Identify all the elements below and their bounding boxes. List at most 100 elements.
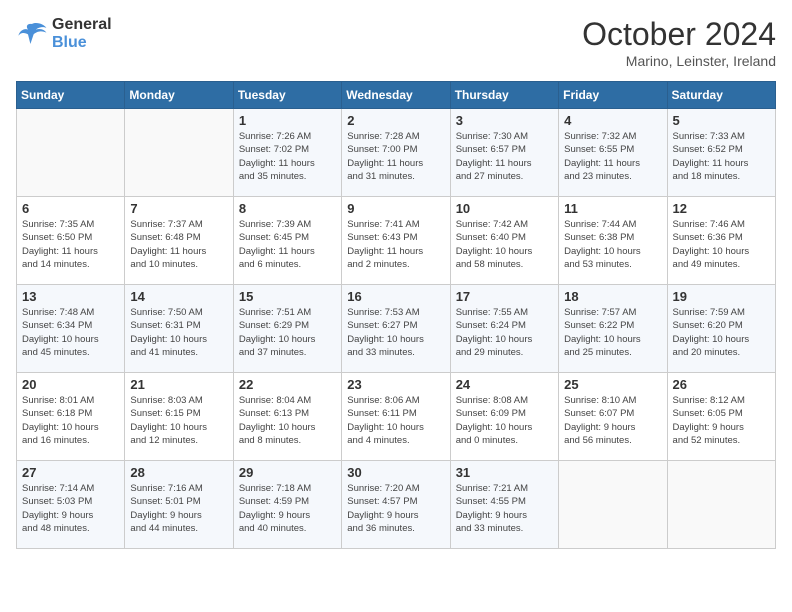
col-header-saturday: Saturday — [667, 82, 775, 109]
col-header-thursday: Thursday — [450, 82, 558, 109]
calendar-cell: 16Sunrise: 7:53 AM Sunset: 6:27 PM Dayli… — [342, 285, 450, 373]
day-info: Sunrise: 7:41 AM Sunset: 6:43 PM Dayligh… — [347, 218, 444, 271]
day-info: Sunrise: 8:03 AM Sunset: 6:15 PM Dayligh… — [130, 394, 227, 447]
day-number: 8 — [239, 201, 336, 216]
day-info: Sunrise: 7:33 AM Sunset: 6:52 PM Dayligh… — [673, 130, 770, 183]
calendar-cell: 8 Sunrise: 7:39 AM Sunset: 6:45 PM Daylig… — [233, 197, 341, 285]
calendar-cell: 31Sunrise: 7:21 AM Sunset: 4:55 PM Dayli… — [450, 461, 558, 549]
calendar-cell: 7Sunrise: 7:37 AM Sunset: 6:48 PM Daylig… — [125, 197, 233, 285]
calendar-cell: 11Sunrise: 7:44 AM Sunset: 6:38 PM Dayli… — [559, 197, 667, 285]
title-block: October 2024 Marino, Leinster, Ireland — [582, 16, 776, 69]
day-number: 20 — [22, 377, 119, 392]
col-header-wednesday: Wednesday — [342, 82, 450, 109]
calendar-cell: 15Sunrise: 7:51 AM Sunset: 6:29 PM Dayli… — [233, 285, 341, 373]
day-number: 15 — [239, 289, 336, 304]
calendar-week-row: 20 Sunrise: 8:01 AM Sunset: 6:18 PM Dayli… — [17, 373, 776, 461]
day-number: 1 — [239, 113, 336, 128]
calendar-cell: 30Sunrise: 7:20 AM Sunset: 4:57 PM Dayli… — [342, 461, 450, 549]
day-info: Sunrise: 7:14 AM Sunset: 5:03 PM Dayligh… — [22, 482, 119, 535]
day-number: 29 — [239, 465, 336, 480]
day-number: 14 — [130, 289, 227, 304]
day-info: Sunrise: 7:28 AM Sunset: 7:00 PM Dayligh… — [347, 130, 444, 183]
day-info: Sunrise: 8:08 AM Sunset: 6:09 PM Dayligh… — [456, 394, 553, 447]
day-info: Sunrise: 8:04 AM Sunset: 6:13 PM Dayligh… — [239, 394, 336, 447]
day-info: Sunrise: 7:46 AM Sunset: 6:36 PM Dayligh… — [673, 218, 770, 271]
day-number: 12 — [673, 201, 770, 216]
day-info: Sunrise: 7:59 AM Sunset: 6:20 PM Dayligh… — [673, 306, 770, 359]
day-number: 5 — [673, 113, 770, 128]
day-number: 16 — [347, 289, 444, 304]
calendar-cell: 27 Sunrise: 7:14 AM Sunset: 5:03 PM Dayli… — [17, 461, 125, 549]
col-header-sunday: Sunday — [17, 82, 125, 109]
day-number: 18 — [564, 289, 661, 304]
calendar-cell: 18Sunrise: 7:57 AM Sunset: 6:22 PM Dayli… — [559, 285, 667, 373]
calendar-cell: 3 Sunrise: 7:30 AM Sunset: 6:57 PM Daylig… — [450, 109, 558, 197]
calendar-cell: 12 Sunrise: 7:46 AM Sunset: 6:36 PM Dayli… — [667, 197, 775, 285]
day-info: Sunrise: 8:01 AM Sunset: 6:18 PM Dayligh… — [22, 394, 119, 447]
calendar-cell: 24 Sunrise: 8:08 AM Sunset: 6:09 PM Dayli… — [450, 373, 558, 461]
calendar-cell: 1 Sunrise: 7:26 AM Sunset: 7:02 PM Daylig… — [233, 109, 341, 197]
day-number: 24 — [456, 377, 553, 392]
calendar-cell: 9 Sunrise: 7:41 AM Sunset: 6:43 PM Daylig… — [342, 197, 450, 285]
day-number: 2 — [347, 113, 444, 128]
day-info: Sunrise: 7:26 AM Sunset: 7:02 PM Dayligh… — [239, 130, 336, 183]
day-number: 4 — [564, 113, 661, 128]
day-number: 17 — [456, 289, 553, 304]
day-info: Sunrise: 7:42 AM Sunset: 6:40 PM Dayligh… — [456, 218, 553, 271]
col-header-tuesday: Tuesday — [233, 82, 341, 109]
day-number: 13 — [22, 289, 119, 304]
day-info: Sunrise: 7:18 AM Sunset: 4:59 PM Dayligh… — [239, 482, 336, 535]
calendar-cell: 17 Sunrise: 7:55 AM Sunset: 6:24 PM Dayli… — [450, 285, 558, 373]
calendar-cell: 13Sunrise: 7:48 AM Sunset: 6:34 PM Dayli… — [17, 285, 125, 373]
calendar-week-row: 1 Sunrise: 7:26 AM Sunset: 7:02 PM Daylig… — [17, 109, 776, 197]
calendar-cell: 29 Sunrise: 7:18 AM Sunset: 4:59 PM Dayli… — [233, 461, 341, 549]
calendar-cell: 20 Sunrise: 8:01 AM Sunset: 6:18 PM Dayli… — [17, 373, 125, 461]
calendar-week-row: 6 Sunrise: 7:35 AM Sunset: 6:50 PM Daylig… — [17, 197, 776, 285]
calendar-cell: 10Sunrise: 7:42 AM Sunset: 6:40 PM Dayli… — [450, 197, 558, 285]
page-header: General Blue October 2024 Marino, Leinst… — [16, 16, 776, 69]
calendar-week-row: 13Sunrise: 7:48 AM Sunset: 6:34 PM Dayli… — [17, 285, 776, 373]
calendar-cell — [667, 461, 775, 549]
day-number: 25 — [564, 377, 661, 392]
calendar-cell: 25 Sunrise: 8:10 AM Sunset: 6:07 PM Dayli… — [559, 373, 667, 461]
day-number: 27 — [22, 465, 119, 480]
month-title: October 2024 — [582, 16, 776, 53]
col-header-monday: Monday — [125, 82, 233, 109]
day-number: 22 — [239, 377, 336, 392]
day-number: 21 — [130, 377, 227, 392]
day-info: Sunrise: 7:30 AM Sunset: 6:57 PM Dayligh… — [456, 130, 553, 183]
day-info: Sunrise: 7:37 AM Sunset: 6:48 PM Dayligh… — [130, 218, 227, 271]
day-info: Sunrise: 8:06 AM Sunset: 6:11 PM Dayligh… — [347, 394, 444, 447]
day-info: Sunrise: 7:16 AM Sunset: 5:01 PM Dayligh… — [130, 482, 227, 535]
calendar-cell: 6 Sunrise: 7:35 AM Sunset: 6:50 PM Daylig… — [17, 197, 125, 285]
day-info: Sunrise: 7:39 AM Sunset: 6:45 PM Dayligh… — [239, 218, 336, 271]
day-info: Sunrise: 7:50 AM Sunset: 6:31 PM Dayligh… — [130, 306, 227, 359]
day-info: Sunrise: 7:32 AM Sunset: 6:55 PM Dayligh… — [564, 130, 661, 183]
day-number: 23 — [347, 377, 444, 392]
day-number: 3 — [456, 113, 553, 128]
day-info: Sunrise: 8:10 AM Sunset: 6:07 PM Dayligh… — [564, 394, 661, 447]
location: Marino, Leinster, Ireland — [582, 53, 776, 69]
day-number: 26 — [673, 377, 770, 392]
calendar-cell: 4 Sunrise: 7:32 AM Sunset: 6:55 PM Daylig… — [559, 109, 667, 197]
calendar-cell: 14 Sunrise: 7:50 AM Sunset: 6:31 PM Dayli… — [125, 285, 233, 373]
day-number: 11 — [564, 201, 661, 216]
day-number: 9 — [347, 201, 444, 216]
logo: General Blue — [16, 16, 112, 52]
day-number: 19 — [673, 289, 770, 304]
calendar-week-row: 27 Sunrise: 7:14 AM Sunset: 5:03 PM Dayli… — [17, 461, 776, 549]
calendar-cell: 2 Sunrise: 7:28 AM Sunset: 7:00 PM Daylig… — [342, 109, 450, 197]
calendar-cell — [559, 461, 667, 549]
day-number: 28 — [130, 465, 227, 480]
day-number: 30 — [347, 465, 444, 480]
day-info: Sunrise: 7:35 AM Sunset: 6:50 PM Dayligh… — [22, 218, 119, 271]
col-header-friday: Friday — [559, 82, 667, 109]
day-info: Sunrise: 7:21 AM Sunset: 4:55 PM Dayligh… — [456, 482, 553, 535]
day-number: 6 — [22, 201, 119, 216]
calendar-cell: 5 Sunrise: 7:33 AM Sunset: 6:52 PM Daylig… — [667, 109, 775, 197]
calendar-cell: 23 Sunrise: 8:06 AM Sunset: 6:11 PM Dayli… — [342, 373, 450, 461]
calendar-cell: 19 Sunrise: 7:59 AM Sunset: 6:20 PM Dayli… — [667, 285, 775, 373]
day-info: Sunrise: 7:55 AM Sunset: 6:24 PM Dayligh… — [456, 306, 553, 359]
calendar-cell: 26 Sunrise: 8:12 AM Sunset: 6:05 PM Dayli… — [667, 373, 775, 461]
day-info: Sunrise: 8:12 AM Sunset: 6:05 PM Dayligh… — [673, 394, 770, 447]
